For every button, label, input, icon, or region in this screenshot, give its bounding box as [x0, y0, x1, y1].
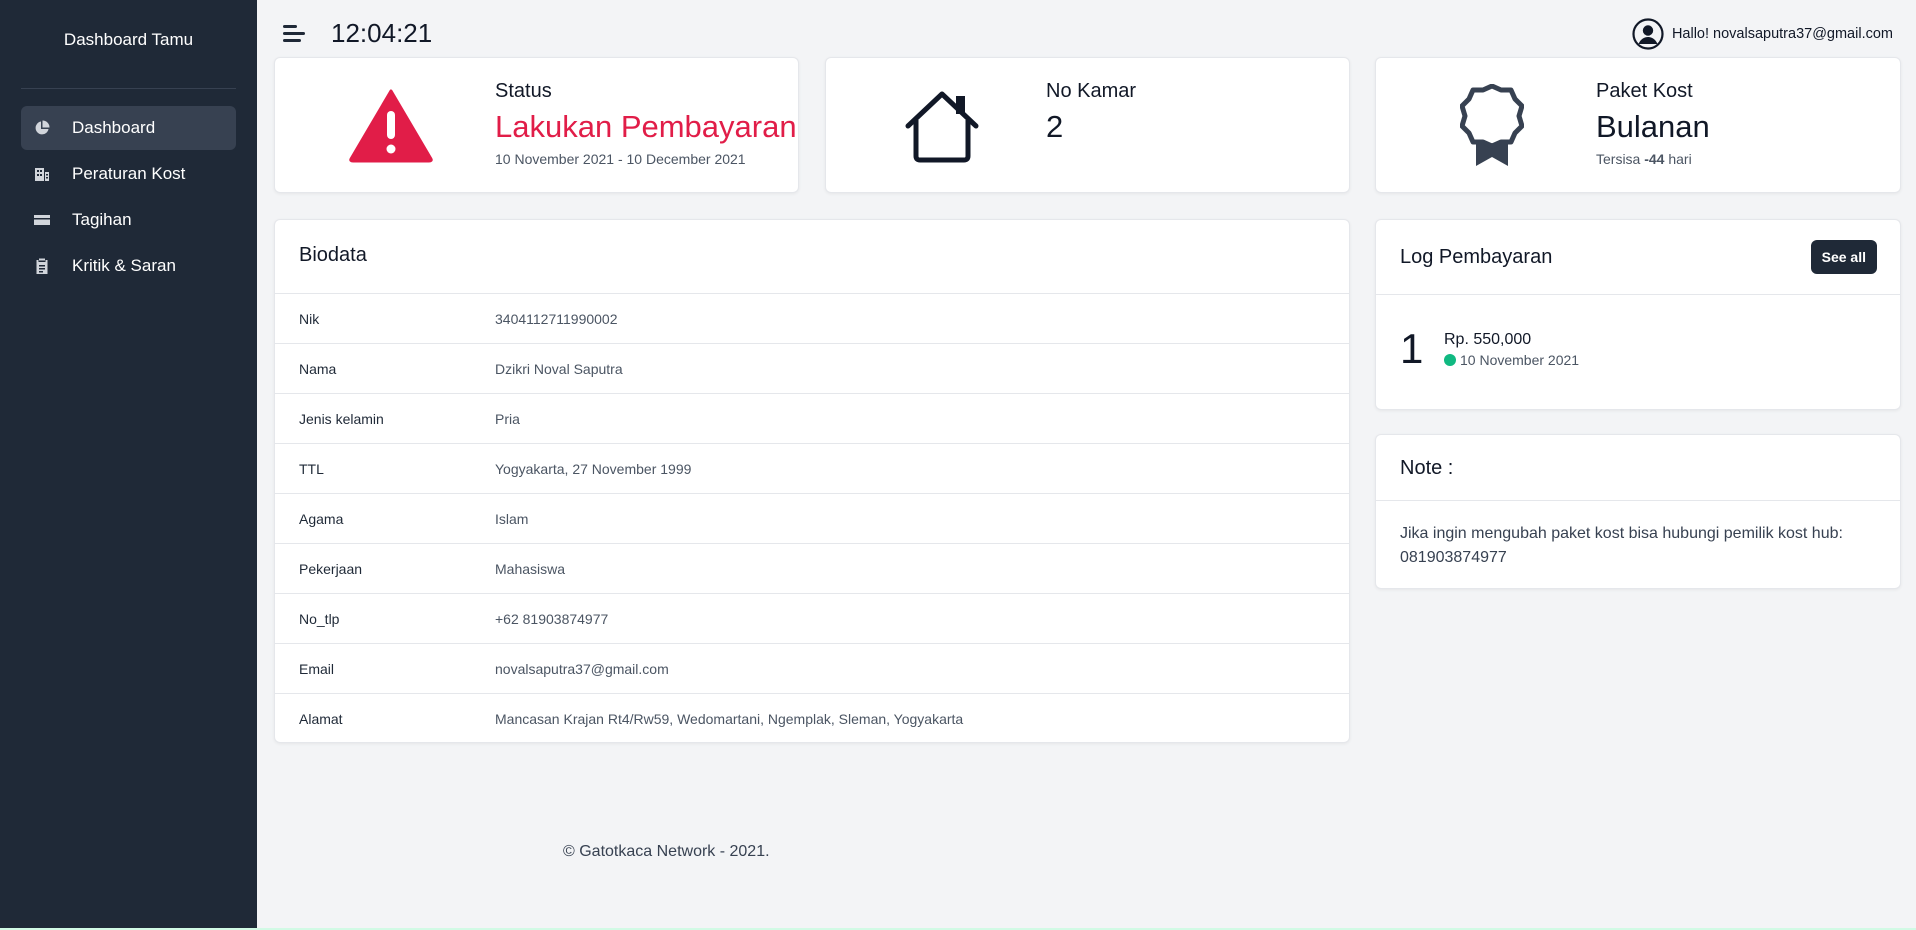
sidebar-item-dashboard[interactable]: Dashboard	[21, 106, 236, 150]
sidebar-divider	[21, 88, 236, 89]
row-key: Nama	[299, 360, 337, 377]
log-entry-amount: Rp. 550,000	[1444, 330, 1532, 348]
sidebar-title: Dashboard Tamu	[63, 30, 194, 49]
table-row: Alamat Mancasan Krajan Rt4/Rw59, Wedomart…	[275, 694, 1349, 744]
table-row: Email novalsaputra37@gmail.com	[275, 644, 1349, 694]
package-label: Paket Kost	[1596, 80, 1693, 102]
status-period: 10 November 2021 - 10 December 2021	[495, 151, 746, 167]
row-value: +62 81903874977	[495, 610, 609, 627]
table-row: No_tlp +62 81903874977	[275, 594, 1349, 644]
pie-chart-icon	[34, 120, 50, 136]
biodata-card: Biodata Nik 3404112711990002 Nama Dzikri N…	[274, 219, 1350, 743]
room-number: 2	[1046, 109, 1064, 144]
note-body: Jika ingin mengubah paket kost bisa hubu…	[1400, 525, 1843, 566]
warning-triangle-icon	[349, 86, 433, 166]
see-all-button[interactable]: See all	[1810, 240, 1877, 274]
table-row: Agama Islam	[275, 494, 1349, 544]
table-row: TTL Yogyakarta, 27 November 1999	[275, 444, 1349, 494]
sidebar-item-label: Tagihan	[72, 210, 132, 229]
sidebar-item-tagihan[interactable]: Tagihan	[21, 198, 236, 242]
note-card: Note : Jika ingin mengubah paket kost bi…	[1375, 434, 1901, 589]
row-key: Jenis kelamin	[299, 410, 384, 427]
table-row: Nik 3404112711990002	[275, 294, 1349, 344]
package-card: Paket Kost Bulanan Tersisa -44 hari	[1375, 57, 1901, 193]
sidebar: Dashboard Tamu Dashboard Peraturan Kost …	[0, 0, 257, 928]
award-badge-icon	[1450, 84, 1534, 166]
status-dot-icon	[1444, 353, 1456, 366]
user-greeting: Hallo! novalsaputra37@gmail.com	[1671, 26, 1893, 42]
status-label: Status	[495, 80, 552, 102]
room-card: No Kamar 2	[825, 57, 1350, 193]
table-row: Nama Dzikri Noval Saputra	[275, 344, 1349, 394]
sidebar-item-label: Peraturan Kost	[72, 164, 186, 183]
clipboard-icon	[34, 258, 50, 274]
user-menu[interactable]: Hallo! novalsaputra37@gmail.com	[1632, 18, 1893, 50]
row-key: No_tlp	[299, 610, 340, 627]
row-key: Pekerjaan	[299, 560, 363, 577]
row-key: TTL	[299, 460, 324, 477]
log-entry-date-text: 10 November 2021	[1460, 351, 1580, 368]
credit-card-icon	[34, 212, 50, 228]
house-icon	[900, 86, 984, 166]
row-value: Islam	[495, 510, 529, 527]
row-value: 3404112711990002	[495, 310, 618, 327]
status-card: Status Lakukan Pembayaran 10 November 20…	[274, 57, 799, 193]
payment-log-title: Log Pembayaran	[1400, 245, 1553, 268]
table-row: Pekerjaan Mahasiswa	[275, 544, 1349, 594]
sidebar-item-label: Kritik & Saran	[72, 256, 176, 275]
row-value: Dzikri Noval Saputra	[495, 360, 623, 377]
list-item: 1 Rp. 550,000 10 November 2021	[1376, 295, 1900, 403]
footer-copyright: © Gatotkaca Network - 2021.	[563, 843, 770, 860]
package-value: Bulanan	[1596, 109, 1710, 144]
status-value: Lakukan Pembayaran	[495, 109, 797, 144]
biodata-title: Biodata	[275, 220, 1349, 294]
row-value: Mahasiswa	[495, 560, 566, 577]
sidebar-item-peraturan-kost[interactable]: Peraturan Kost	[21, 152, 236, 196]
row-value: Pria	[495, 410, 520, 427]
sidebar-item-kritik-saran[interactable]: Kritik & Saran	[21, 244, 236, 288]
user-avatar-icon	[1632, 18, 1664, 50]
biodata-table: Nik 3404112711990002 Nama Dzikri Noval Sap…	[275, 294, 1349, 744]
building-icon	[34, 166, 50, 182]
topbar: 12:04:21 Hallo! novalsaputra37@gmail.com	[257, 0, 1916, 58]
row-key: Email	[299, 660, 335, 677]
row-value: Mancasan Krajan Rt4/Rw59, Wedomartani, N…	[495, 711, 964, 727]
package-remaining: Tersisa -44 hari	[1596, 151, 1692, 167]
sidebar-menu: Dashboard Peraturan Kost Tagihan Kritik …	[0, 106, 257, 288]
menu-toggle-icon[interactable]	[283, 25, 307, 45]
row-value: novalsaputra37@gmail.com	[495, 660, 669, 677]
note-title: Note :	[1376, 435, 1900, 501]
log-entry-number: 1	[1400, 325, 1424, 372]
row-key: Nik	[299, 310, 320, 327]
row-key: Agama	[299, 510, 344, 527]
table-row: Jenis kelamin Pria	[275, 394, 1349, 444]
payment-log-card: Log Pembayaran See all 1 Rp. 550,000 10 …	[1375, 219, 1901, 410]
clock: 12:04:21	[331, 18, 433, 48]
room-label: No Kamar	[1046, 80, 1137, 102]
row-value: Yogyakarta, 27 November 1999	[495, 460, 692, 477]
log-entry-date: 10 November 2021	[1444, 352, 1579, 368]
row-key: Alamat	[299, 711, 343, 727]
sidebar-item-label: Dashboard	[72, 118, 156, 137]
